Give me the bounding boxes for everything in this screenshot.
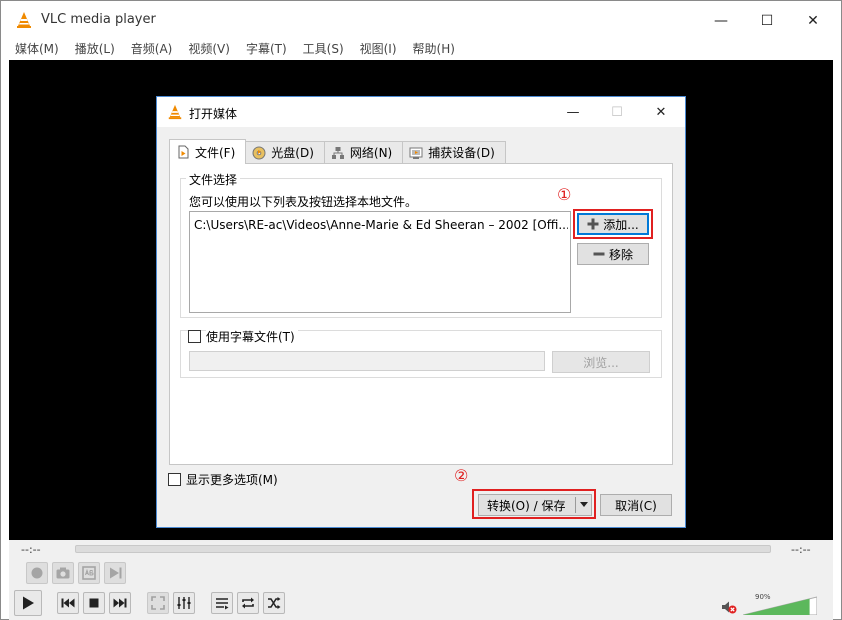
tab-bar: 文件(F) 光盘(D) 网络(N) 捕获设备(D) bbox=[169, 139, 506, 164]
loop-ab-button[interactable] bbox=[78, 562, 100, 584]
dialog-title: 打开媒体 bbox=[189, 107, 238, 121]
menu-audio[interactable]: 音频(A) bbox=[123, 39, 181, 59]
menu-subtitle[interactable]: 字幕(T) bbox=[238, 39, 295, 59]
annotation-marker-1: ① bbox=[557, 185, 572, 204]
loop-button[interactable] bbox=[237, 592, 259, 614]
stop-button[interactable] bbox=[83, 592, 105, 614]
browse-subtitle-button: 浏览... bbox=[552, 351, 650, 373]
shuffle-button[interactable] bbox=[263, 592, 285, 614]
repeat-icon bbox=[242, 597, 254, 609]
playlist-icon bbox=[216, 598, 229, 610]
menu-playback[interactable]: 播放(L) bbox=[67, 39, 123, 59]
stop-icon bbox=[89, 598, 99, 608]
maximize-button[interactable]: ☐ bbox=[747, 7, 787, 35]
previous-button[interactable] bbox=[57, 592, 79, 614]
fullscreen-button[interactable] bbox=[147, 592, 169, 614]
remove-file-button[interactable]: 移除 bbox=[577, 243, 649, 265]
disc-icon bbox=[252, 146, 266, 159]
extended-settings-button[interactable] bbox=[173, 592, 195, 614]
file-list-item[interactable]: C:\Users\RE-ac\Videos\Anne-Marie & Ed Sh… bbox=[194, 218, 568, 232]
menu-help[interactable]: 帮助(H) bbox=[405, 39, 463, 59]
vlc-cone-icon bbox=[168, 104, 182, 120]
camera-icon bbox=[56, 567, 70, 579]
next-button[interactable] bbox=[109, 592, 131, 614]
tab-network[interactable]: 网络(N) bbox=[323, 141, 404, 163]
network-icon bbox=[331, 146, 344, 159]
loop-ab-icon bbox=[82, 566, 96, 580]
tab-file[interactable]: 文件(F) bbox=[169, 139, 247, 164]
fullscreen-icon bbox=[151, 596, 165, 610]
file-selection-hint: 您可以使用以下列表及按钮选择本地文件。 bbox=[189, 195, 418, 209]
window-title: VLC media player bbox=[41, 12, 156, 27]
total-time: --:-- bbox=[791, 543, 811, 556]
dialog-maximize-button: ☐ bbox=[611, 104, 623, 120]
file-icon bbox=[178, 145, 189, 159]
annotation-marker-2: ② bbox=[454, 466, 469, 485]
skip-back-icon bbox=[61, 598, 75, 608]
dialog-close-button[interactable]: ✕ bbox=[641, 99, 681, 125]
elapsed-time: --:-- bbox=[21, 543, 41, 556]
use-subtitle-label[interactable]: 使用字幕文件(T) bbox=[206, 328, 298, 345]
minimize-button[interactable]: — bbox=[701, 7, 741, 35]
tab-disc[interactable]: 光盘(D) bbox=[245, 141, 325, 163]
dialog-title-bar: 打开媒体 — ☐ ✕ bbox=[157, 97, 685, 127]
frame-step-button[interactable] bbox=[104, 562, 126, 584]
cancel-button[interactable]: 取消(C) bbox=[600, 494, 672, 516]
volume-muted-icon[interactable] bbox=[721, 599, 737, 615]
record-icon bbox=[31, 567, 43, 579]
use-subtitle-checkbox[interactable] bbox=[188, 330, 201, 343]
snapshot-button[interactable] bbox=[52, 562, 74, 584]
tab-label: 文件(F) bbox=[195, 145, 236, 160]
show-more-options-checkbox[interactable] bbox=[168, 473, 181, 486]
capture-device-icon bbox=[409, 147, 423, 159]
record-button[interactable] bbox=[26, 562, 48, 584]
dialog-minimize-button[interactable]: — bbox=[553, 99, 593, 125]
minus-icon bbox=[593, 252, 605, 256]
menu-media[interactable]: 媒体(M) bbox=[1, 39, 67, 59]
tab-label: 网络(N) bbox=[349, 146, 393, 160]
tab-label: 捕获设备(D) bbox=[428, 146, 495, 160]
menu-video[interactable]: 视频(V) bbox=[180, 39, 238, 59]
tab-capture-device[interactable]: 捕获设备(D) bbox=[402, 141, 506, 163]
title-bar: VLC media player — ☐ ✕ bbox=[1, 1, 841, 39]
show-more-options-label[interactable]: 显示更多选项(M) bbox=[186, 471, 278, 488]
menu-view[interactable]: 视图(I) bbox=[352, 39, 405, 59]
annotation-box-convert bbox=[472, 489, 596, 519]
frame-step-icon bbox=[110, 567, 122, 579]
equalizer-icon bbox=[177, 597, 191, 609]
file-selection-legend: 文件选择 bbox=[186, 171, 241, 188]
vlc-cone-icon bbox=[17, 12, 31, 28]
menu-bar: 媒体(M) 播放(L) 音频(A) 视频(V) 字幕(T) 工具(S) 视图(I… bbox=[1, 39, 841, 59]
annotation-box-add bbox=[573, 209, 653, 239]
play-button[interactable] bbox=[14, 590, 42, 616]
playlist-button[interactable] bbox=[211, 592, 233, 614]
tab-label: 光盘(D) bbox=[271, 146, 314, 160]
seek-bar[interactable] bbox=[75, 545, 771, 553]
skip-forward-icon bbox=[113, 598, 127, 608]
file-list[interactable]: C:\Users\RE-ac\Videos\Anne-Marie & Ed Sh… bbox=[189, 211, 571, 313]
subtitle-path-input bbox=[189, 351, 545, 371]
play-icon bbox=[23, 596, 34, 610]
menu-tools[interactable]: 工具(S) bbox=[295, 39, 352, 59]
shuffle-icon bbox=[268, 597, 281, 609]
close-button[interactable]: ✕ bbox=[793, 7, 833, 35]
volume-percent: 90% bbox=[755, 593, 771, 601]
